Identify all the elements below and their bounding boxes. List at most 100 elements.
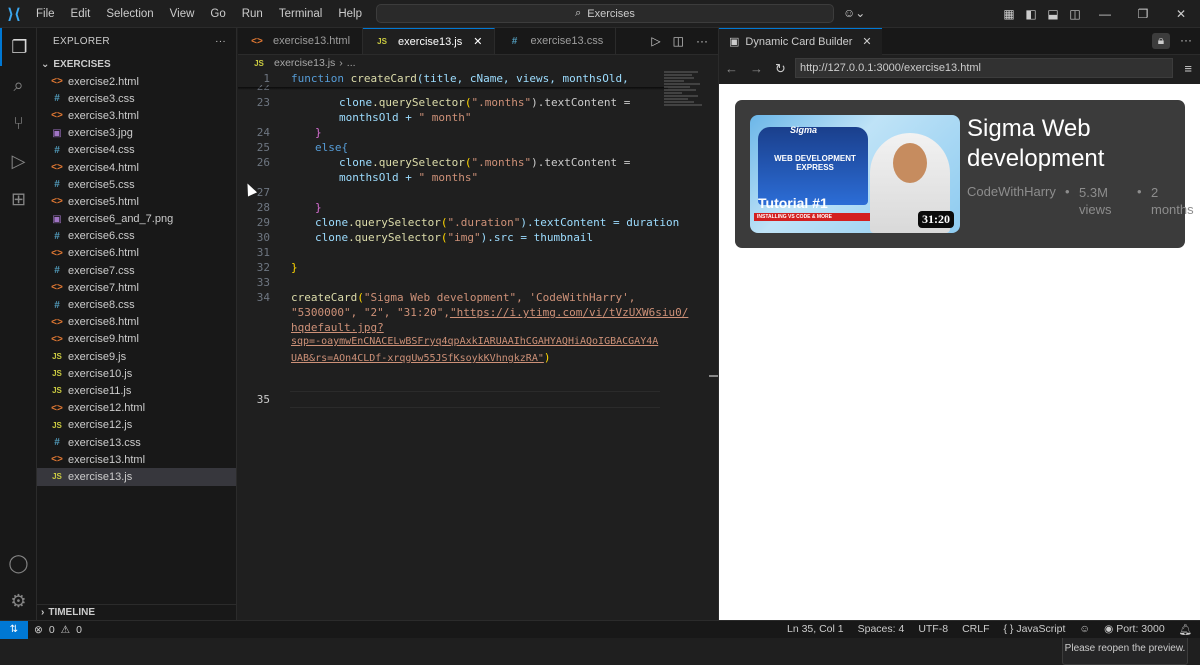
card-meta: CodeWithHarry • 5.3M views • 2 months [967,184,1197,218]
breadcrumb-rest[interactable]: ... [347,57,356,69]
file-item[interactable]: <> exercise7.html [37,279,236,296]
file-item[interactable]: <> exercise8.html [37,314,236,331]
bell-icon[interactable]: 🔔︎ [1179,623,1192,636]
code-url[interactable]: "https://i.ytimg.com/vi/tVzUXW6siu0/ [450,306,688,319]
menu-file[interactable]: File [28,0,63,28]
restore-icon[interactable]: ❐ [1124,7,1162,21]
account-icon[interactable]: ◯ [0,544,37,582]
forward-arrow-icon[interactable]: → [750,61,763,76]
menu-selection[interactable]: Selection [98,0,161,28]
extensions-icon[interactable]: ⊞ [0,180,37,218]
tab-exercise13-css[interactable]: # exercise13.css [495,28,617,54]
card-title[interactable]: Sigma Web development [967,114,1167,174]
run-debug-icon[interactable]: ▷ [0,142,37,180]
remote-indicator-icon[interactable]: ⇅ [0,620,28,639]
file-item[interactable]: <> exercise2.html [37,73,236,90]
file-item[interactable]: <> exercise4.html [37,159,236,176]
split-editor-icon[interactable]: ◫ [673,34,684,48]
more-actions-icon[interactable]: ··· [1180,33,1192,49]
file-item[interactable]: # exercise8.css [37,296,236,313]
file-item[interactable]: <> exercise12.html [37,400,236,417]
code-token: .querySelector [372,156,465,169]
toggle-secondary-sidebar-icon[interactable]: ◫ [1064,7,1086,21]
cursor-position[interactable]: Ln 35, Col 1 [787,623,844,636]
file-item[interactable]: JS exercise9.js [37,348,236,365]
explorer-icon[interactable]: ❐ [0,28,37,66]
code-line: 31 [238,246,668,261]
encoding[interactable]: UTF-8 [918,623,948,636]
minimize-icon[interactable]: — [1086,7,1124,21]
file-item[interactable]: <> exercise5.html [37,193,236,210]
code-url[interactable]: hqdefault.jpg? [291,321,384,334]
file-item[interactable]: # exercise13.css [37,434,236,451]
lock-icon[interactable]: 🔒︎ [1152,33,1170,49]
tab-label: exercise13.css [530,35,604,47]
file-item[interactable]: <> exercise9.html [37,331,236,348]
code-line: monthsOld + " month" [238,111,668,126]
more-actions-icon[interactable]: ··· [696,34,708,48]
file-label: exercise13.css [68,436,141,449]
minimap[interactable] [664,71,704,131]
line-ending[interactable]: CRLF [962,623,989,636]
video-card[interactable]: Sigma WEB DEVELOPMENT EXPRESS Tutorial #… [735,100,1194,248]
menu-go[interactable]: Go [202,0,233,28]
settings-gear-icon[interactable]: ⚙ [0,582,37,620]
file-item[interactable]: # exercise4.css [37,142,236,159]
tab-exercise13-html[interactable]: <> exercise13.html [238,28,364,54]
code-token: .querySelector [372,96,465,109]
file-item[interactable]: <> exercise3.html [37,107,236,124]
command-center-search[interactable]: ⌕ Exercises [376,4,834,23]
file-label: exercise2.html [68,75,139,88]
close-tab-icon[interactable]: ✕ [473,35,482,48]
copilot-status-icon[interactable]: ☺ [1079,623,1090,636]
file-item[interactable]: ▣ exercise3.jpg [37,125,236,142]
url-input[interactable]: http://127.0.0.1:3000/exercise13.html [795,58,1173,78]
reload-icon[interactable]: ↻ [775,61,786,77]
file-item[interactable]: # exercise3.css [37,90,236,107]
file-item[interactable]: ▣ exercise6_and_7.png [37,211,236,228]
back-arrow-icon[interactable]: ← [725,61,738,76]
file-item[interactable]: JS exercise13.js [37,468,236,486]
browser-preview-pane: ▣ Dynamic Card Builder ✕ 🔒︎ ··· ← → ↻ ht… [718,27,1200,665]
file-item[interactable]: JS exercise12.js [37,417,236,434]
file-item[interactable]: JS exercise11.js [37,382,236,399]
hamburger-menu-icon[interactable]: ≡ [1184,61,1192,76]
file-item[interactable]: <> exercise6.html [37,245,236,262]
indentation[interactable]: Spaces: 4 [858,623,905,636]
language-mode[interactable]: { } JavaScript [1003,623,1065,636]
menu-edit[interactable]: Edit [63,0,99,28]
file-item[interactable]: # exercise7.css [37,262,236,279]
menu-run[interactable]: Run [234,0,271,28]
run-icon[interactable]: ▷ [651,34,660,48]
live-server-port[interactable]: ◉ Port: 3000 [1104,623,1165,636]
file-item[interactable]: JS exercise10.js [37,365,236,382]
source-control-icon[interactable]: ⑂ [0,104,37,142]
tab-dynamic-card-builder[interactable]: ▣ Dynamic Card Builder ✕ [719,27,882,55]
current-line-highlight [290,391,660,408]
close-tab-icon[interactable]: ✕ [862,35,871,48]
code-url[interactable]: sqp=-oaymwEnCNACELwBSFryq4qpAxkIARUAAIhC… [291,336,658,347]
file-item[interactable]: <> exercise13.html [37,451,236,468]
breadcrumb-file[interactable]: exercise13.js [274,57,335,69]
channel-name[interactable]: CodeWithHarry [967,184,1065,218]
more-actions-icon[interactable]: ··· [215,36,226,47]
menu-terminal[interactable]: Terminal [271,0,330,28]
problems-indicator[interactable]: ⊗ 0 ⚠ 0 [34,624,82,636]
tab-exercise13-js[interactable]: JS exercise13.js ✕ [363,28,496,54]
file-item[interactable]: # exercise5.css [37,176,236,193]
file-item[interactable]: # exercise6.css [37,228,236,245]
folder-exercises[interactable]: ⌄ EXERCISES [37,55,236,73]
scrollbar-marker[interactable] [709,375,718,377]
toggle-sidebar-icon[interactable]: ◧ [1020,7,1042,21]
menu-help[interactable]: Help [330,0,370,28]
search-view-icon[interactable]: ⌕ [0,66,37,104]
copilot-icon[interactable]: ☺⌄ [843,6,865,20]
video-thumbnail[interactable]: Sigma WEB DEVELOPMENT EXPRESS Tutorial #… [750,115,960,233]
menu-view[interactable]: View [162,0,203,28]
timeline-section[interactable]: › TIMELINE [37,604,237,620]
customize-layout-icon[interactable]: ▦ [998,7,1020,21]
code-url[interactable]: UAB&rs=AOn4CLDf-xrqgUw55JSfKsoykKVhngkzR… [291,353,544,364]
js-file-icon: JS [52,386,62,396]
toggle-panel-icon[interactable]: ⬓ [1042,7,1064,21]
close-window-icon[interactable]: ✕ [1162,7,1200,21]
